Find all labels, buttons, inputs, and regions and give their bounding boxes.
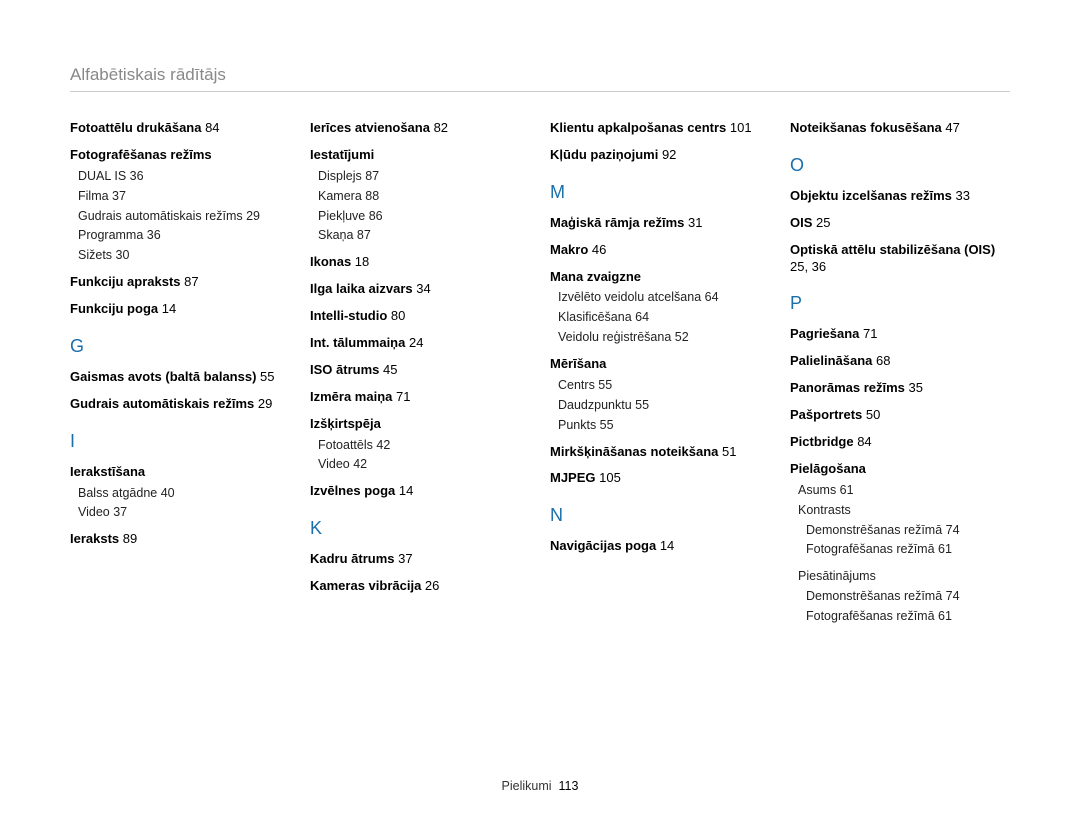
index-entry[interactable]: Panorāmas režīms 35	[790, 380, 1010, 397]
index-entry[interactable]: Izšķirtspēja	[310, 416, 530, 433]
index-entry[interactable]: Iestatījumi	[310, 147, 530, 164]
index-column: Klientu apkalpošanas centrs 101 Kļūdu paz…	[550, 120, 770, 628]
index-entry[interactable]: Klientu apkalpošanas centrs 101	[550, 120, 770, 137]
index-entry[interactable]: Fotografēšanas režīms	[70, 147, 290, 164]
index-section-letter: G	[70, 336, 290, 357]
index-column: Ierīces atvienošana 82 Iestatījumi Displej…	[310, 120, 530, 628]
index-entry[interactable]: Objektu izcelšanas režīms 33	[790, 188, 1010, 205]
index-subentry[interactable]: Programma 36	[78, 227, 290, 244]
index-section-letter: O	[790, 155, 1010, 176]
index-entry[interactable]: OIS 25	[790, 215, 1010, 232]
index-entry[interactable]: Kameras vibrācija 26	[310, 578, 530, 595]
index-subentry[interactable]: Izvēlēto veidolu atcelšana 64	[558, 289, 770, 306]
index-entry[interactable]: Int. tālummaiņa 24	[310, 335, 530, 352]
index-entry[interactable]: Ikonas 18	[310, 254, 530, 271]
index-subentry[interactable]: Balss atgādne 40	[78, 485, 290, 502]
index-entry[interactable]: Ierakstīšana	[70, 464, 290, 481]
index-entry[interactable]: Mērīšana	[550, 356, 770, 373]
index-section-letter: I	[70, 431, 290, 452]
index-subentry[interactable]: Veidolu reģistrēšana 52	[558, 329, 770, 346]
index-entry[interactable]: Ieraksts 89	[70, 531, 290, 548]
index-subentry[interactable]: Fotografēšanas režīmā 61	[806, 541, 1010, 558]
index-entry[interactable]: Palielināšana 68	[790, 353, 1010, 370]
index-subentry[interactable]: Gudrais automātiskais režīms 29	[78, 208, 290, 225]
index-section-letter: K	[310, 518, 530, 539]
index-column: Fotoattēlu drukāšana 84 Fotografēšanas re…	[70, 120, 290, 628]
index-entry[interactable]: Pictbridge 84	[790, 434, 1010, 451]
index-entry[interactable]: Kļūdu paziņojumi 92	[550, 147, 770, 164]
index-entry[interactable]: Noteikšanas fokusēšana 47	[790, 120, 1010, 137]
index-entry[interactable]: Mirkšķināšanas noteikšana 51	[550, 444, 770, 461]
page-footer: Pielikumi 113	[0, 779, 1080, 793]
index-subentry[interactable]: Demonstrēšanas režīmā 74	[806, 522, 1010, 539]
index-entry[interactable]: Maģiskā rāmja režīms 31	[550, 215, 770, 232]
index-entry[interactable]: Izmēra maiņa 71	[310, 389, 530, 406]
index-subentry[interactable]: Displejs 87	[318, 168, 530, 185]
index-columns: Fotoattēlu drukāšana 84 Fotografēšanas re…	[70, 120, 1010, 628]
index-column: Noteikšanas fokusēšana 47 O Objektu izcelš…	[790, 120, 1010, 628]
index-subentry[interactable]: Piekļuve 86	[318, 208, 530, 225]
index-entry[interactable]: Gaismas avots (baltā balanss) 55	[70, 369, 290, 386]
index-entry[interactable]: Fotoattēlu drukāšana 84	[70, 120, 290, 137]
index-subentry[interactable]: Video 42	[318, 456, 530, 473]
index-entry[interactable]: Gudrais automātiskais režīms 29	[70, 396, 290, 413]
index-subentry[interactable]: Skaņa 87	[318, 227, 530, 244]
index-subentry[interactable]: Filma 37	[78, 188, 290, 205]
page-title: Alfabētiskais rādītājs	[70, 65, 1010, 92]
index-subentry[interactable]: Fotoattēls 42	[318, 437, 530, 454]
index-section-letter: P	[790, 293, 1010, 314]
index-entry[interactable]: Makro 46	[550, 242, 770, 259]
index-subentry[interactable]: Demonstrēšanas režīmā 74	[806, 588, 1010, 605]
index-subentry[interactable]: Daudzpunktu 55	[558, 397, 770, 414]
index-subentry[interactable]: Klasificēšana 64	[558, 309, 770, 326]
index-entry[interactable]: ISO ātrums 45	[310, 362, 530, 379]
index-entry[interactable]: Funkciju poga 14	[70, 301, 290, 318]
index-entry[interactable]: Ilga laika aizvars 34	[310, 281, 530, 298]
index-subentry[interactable]: Piesātinājums	[798, 568, 1010, 585]
index-subentry[interactable]: Sižets 30	[78, 247, 290, 264]
index-entry[interactable]: MJPEG 105	[550, 470, 770, 487]
index-entry[interactable]: Ierīces atvienošana 82	[310, 120, 530, 137]
index-subentry[interactable]: Punkts 55	[558, 417, 770, 434]
index-entry[interactable]: Funkciju apraksts 87	[70, 274, 290, 291]
index-entry[interactable]: Optiskā attēlu stabilizēšana (OIS) 25, 3…	[790, 242, 1010, 276]
footer-page-number: 113	[559, 779, 579, 793]
index-subentry[interactable]: Asums 61	[798, 482, 1010, 499]
index-subentry[interactable]: Fotografēšanas režīmā 61	[806, 608, 1010, 625]
index-subentry[interactable]: DUAL IS 36	[78, 168, 290, 185]
index-entry[interactable]: Kadru ātrums 37	[310, 551, 530, 568]
index-entry[interactable]: Mana zvaigzne	[550, 269, 770, 286]
index-entry[interactable]: Pielāgošana	[790, 461, 1010, 478]
index-entry[interactable]: Navigācijas poga 14	[550, 538, 770, 555]
index-subentry[interactable]: Centrs 55	[558, 377, 770, 394]
footer-label: Pielikumi	[502, 779, 552, 793]
index-entry[interactable]: Pagriešana 71	[790, 326, 1010, 343]
index-subentry[interactable]: Kamera 88	[318, 188, 530, 205]
index-subentry[interactable]: Kontrasts	[798, 502, 1010, 519]
index-section-letter: M	[550, 182, 770, 203]
index-section-letter: N	[550, 505, 770, 526]
index-entry[interactable]: Izvēlnes poga 14	[310, 483, 530, 500]
index-subentry[interactable]: Video 37	[78, 504, 290, 521]
index-entry[interactable]: Intelli-studio 80	[310, 308, 530, 325]
index-entry[interactable]: Pašportrets 50	[790, 407, 1010, 424]
